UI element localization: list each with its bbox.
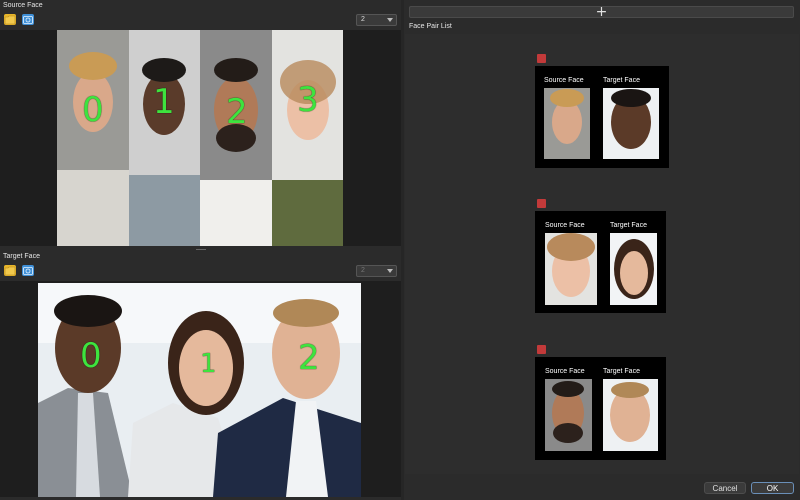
pair-target-thumb xyxy=(603,88,659,159)
target-camera-icon[interactable] xyxy=(22,265,34,276)
target-face-label: Target Face xyxy=(3,253,40,260)
source-face-count-value: 2 xyxy=(361,16,365,23)
source-camera-icon[interactable] xyxy=(22,14,34,25)
pair-target-thumb xyxy=(603,379,658,451)
pair-card[interactable]: Source Face Target Face xyxy=(535,211,666,313)
source-face-number: 0 xyxy=(82,90,104,130)
target-face-number: 2 xyxy=(298,338,320,378)
add-pair-button[interactable]: + xyxy=(409,4,794,20)
pair-target-label: Target Face xyxy=(610,222,647,229)
source-image-canvas[interactable]: 0 1 2 3 xyxy=(0,30,401,246)
pair-target-label: Target Face xyxy=(603,77,640,84)
pair-source-thumb xyxy=(545,233,597,305)
trash-icon[interactable] xyxy=(537,199,546,208)
pair-source-label: Source Face xyxy=(545,368,585,375)
plus-icon: + xyxy=(595,4,608,20)
target-image-canvas[interactable]: 0 1 2 xyxy=(0,281,401,497)
ok-button[interactable]: OK xyxy=(751,482,794,494)
chevron-down-icon xyxy=(387,269,393,273)
source-face-label: Source Face xyxy=(3,2,43,9)
cancel-button[interactable]: Cancel xyxy=(704,482,746,494)
pair-target-label: Target Face xyxy=(603,368,640,375)
pair-source-thumb xyxy=(544,88,590,159)
pair-source-label: Source Face xyxy=(545,222,585,229)
trash-icon[interactable] xyxy=(537,345,546,354)
chevron-down-icon xyxy=(387,18,393,22)
vertical-splitter[interactable] xyxy=(401,0,404,500)
pair-target-thumb xyxy=(610,233,657,305)
face-pair-list-label: Face Pair List xyxy=(409,23,452,30)
face-pair-list: Source Face Target Face Source Face Targ… xyxy=(405,34,799,474)
horizontal-splitter[interactable] xyxy=(0,248,401,252)
target-face-number: 1 xyxy=(200,349,217,379)
target-face-count-value: 2 xyxy=(361,267,365,274)
source-open-folder-icon[interactable] xyxy=(4,14,16,25)
target-image xyxy=(38,283,361,497)
source-face-number: 2 xyxy=(226,92,248,132)
source-face-count-select[interactable]: 2 xyxy=(356,14,397,26)
source-face-number: 3 xyxy=(297,80,319,120)
target-face-count-select[interactable]: 2 xyxy=(356,265,397,277)
target-face-number: 0 xyxy=(80,336,102,376)
pair-card[interactable]: Source Face Target Face xyxy=(535,66,669,168)
pair-card[interactable]: Source Face Target Face xyxy=(535,357,666,460)
pair-source-thumb xyxy=(545,379,592,451)
trash-icon[interactable] xyxy=(537,54,546,63)
source-face-number: 1 xyxy=(153,82,175,122)
target-open-folder-icon[interactable] xyxy=(4,265,16,276)
source-image xyxy=(57,30,343,246)
pair-source-label: Source Face xyxy=(544,77,584,84)
